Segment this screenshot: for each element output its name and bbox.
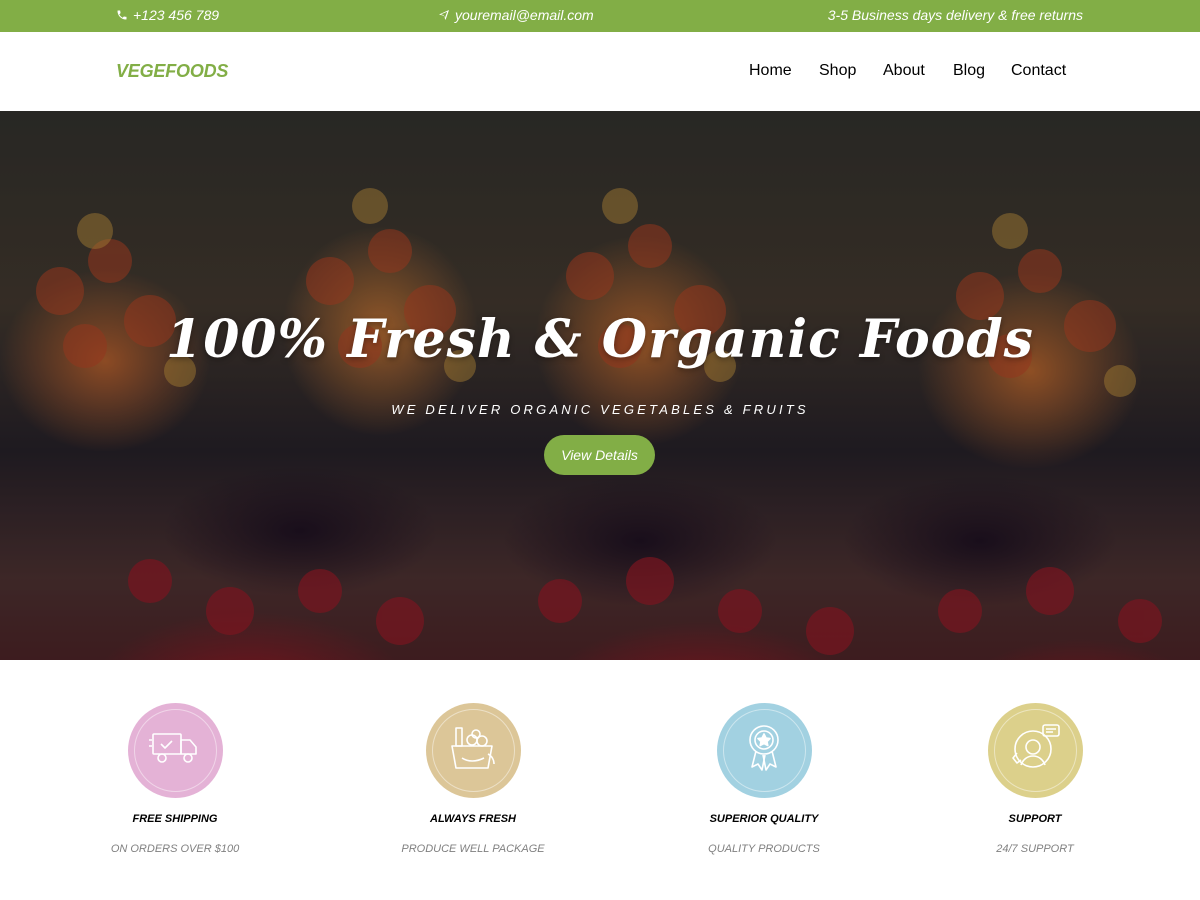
feature-title: SUPERIOR QUALITY xyxy=(709,813,819,825)
feature-support: SUPPORT 24/7 SUPPORT xyxy=(925,703,1145,855)
paper-plane-icon xyxy=(438,9,450,21)
feature-icon-circle xyxy=(127,703,223,798)
feature-icon-circle xyxy=(716,703,812,798)
phone-icon xyxy=(116,9,128,21)
nav-contact[interactable]: Contact xyxy=(1011,62,1066,80)
hero-title: 100% Fresh & Organic Foods xyxy=(166,309,1034,370)
truck-icon xyxy=(149,728,201,773)
feature-title: ALWAYS FRESH xyxy=(430,813,516,825)
site-logo[interactable]: VEGEFOODS xyxy=(116,61,228,82)
support-agent-icon xyxy=(1009,723,1061,778)
feature-subtitle: 24/7 SUPPORT xyxy=(996,843,1074,855)
hero-subtitle: WE DELIVER ORGANIC VEGETABLES & FRUITS xyxy=(391,402,809,417)
contact-email[interactable]: youremail@email.com xyxy=(438,7,594,23)
contact-phone[interactable]: +123 456 789 xyxy=(116,7,219,23)
nav-about[interactable]: About xyxy=(883,62,925,80)
feature-free-shipping: FREE SHIPPING ON ORDERS OVER $100 xyxy=(65,703,285,855)
nav-home[interactable]: Home xyxy=(749,62,792,80)
features-section: FREE SHIPPING ON ORDERS OVER $100 ALWAYS… xyxy=(0,660,1200,900)
feature-subtitle: QUALITY PRODUCTS xyxy=(708,843,820,855)
feature-always-fresh: ALWAYS FRESH PRODUCE WELL PACKAGE xyxy=(363,703,583,855)
hero-overlay xyxy=(0,111,1200,660)
feature-icon-circle xyxy=(425,703,521,798)
delivery-info: 3-5 Business days delivery & free return… xyxy=(827,7,1083,23)
hero-banner: 100% Fresh & Organic Foods WE DELIVER OR… xyxy=(0,111,1200,660)
phone-number: +123 456 789 xyxy=(133,7,220,23)
feature-superior-quality: SUPERIOR QUALITY QUALITY PRODUCTS xyxy=(654,703,874,855)
feature-title: FREE SHIPPING xyxy=(132,813,218,825)
main-navbar: VEGEFOODS Home Shop About Blog Contact xyxy=(0,32,1200,111)
top-info-bar: +123 456 789 youremail@email.com 3-5 Bus… xyxy=(0,0,1200,32)
feature-subtitle: ON ORDERS OVER $100 xyxy=(110,843,240,855)
grocery-bag-icon xyxy=(448,724,498,777)
nav-blog[interactable]: Blog xyxy=(953,62,985,80)
feature-title: SUPPORT xyxy=(1008,813,1062,825)
award-badge-icon xyxy=(744,722,784,779)
feature-subtitle: PRODUCE WELL PACKAGE xyxy=(401,843,545,855)
nav-shop[interactable]: Shop xyxy=(819,62,856,80)
feature-icon-circle xyxy=(987,703,1083,798)
view-details-button[interactable]: View Details xyxy=(544,435,655,475)
email-address: youremail@email.com xyxy=(455,7,594,23)
